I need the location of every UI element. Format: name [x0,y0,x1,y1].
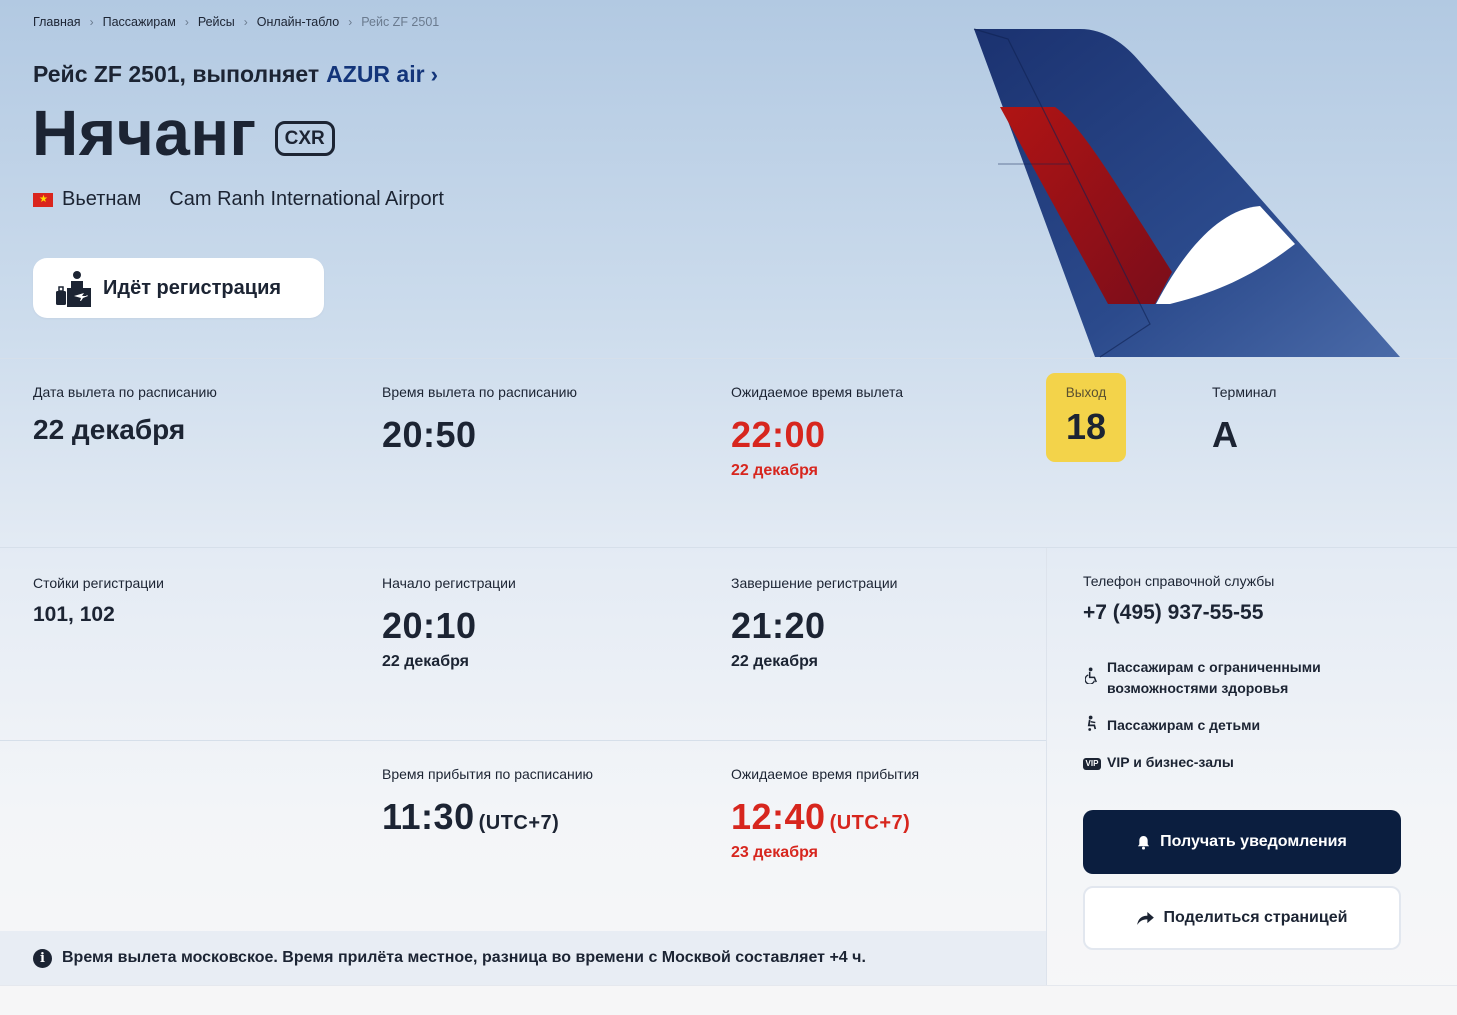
breadcrumb-separator: › [348,15,353,29]
breadcrumb-item-current: Рейс ZF 2501 [361,15,440,29]
destination-city: Нячанг [32,97,257,169]
field-value: A [1212,414,1239,455]
scheduled-departure-date: Дата вылета по расписанию 22 декабря [33,384,217,446]
destination-location: ★ Вьетнам Cam Ranh International Airport [33,188,444,211]
breadcrumb-separator: › [184,15,189,29]
link-passengers-with-children[interactable]: Пассажирам с детьми [1083,715,1260,736]
notifications-button[interactable]: Получать уведомления [1083,810,1401,874]
field-label: Завершение регистрации [731,575,898,591]
chevron-right-icon[interactable]: › [431,62,438,88]
field-label: Ожидаемое время вылета [731,384,904,400]
breadcrumb-item-flights[interactable]: Рейсы [198,15,235,29]
expected-departure-time: Ожидаемое время вылета 22:00 22 декабря [731,384,903,480]
timezone: (UTC+7) [829,812,911,834]
breadcrumb: Главная › Пассажирам › Рейсы › Онлайн-та… [33,15,439,29]
field-value: 11:30 (UTC+7) [382,796,593,838]
gate-label: Выход [1065,385,1107,400]
field-label: Дата вылета по расписанию [33,384,217,400]
timezone: (UTC+7) [478,812,560,834]
field-label: Начало регистрации [382,575,516,591]
link-label: VIP и бизнес-залы [1107,754,1234,770]
link-label: Пассажирам с детьми [1107,717,1261,733]
field-value: 101, 102 [33,603,115,626]
field-label: Ожидаемое время прибытия [731,766,920,782]
sidebar-divider [1046,548,1047,985]
note-text: Время вылета московское. Время прилёта м… [62,949,866,966]
bell-icon [1138,835,1150,850]
airline-tail-illustration [973,28,1400,358]
breadcrumb-item-online-board[interactable]: Онлайн-табло [257,15,339,29]
field-date: 22 декабря [731,653,818,670]
wheelchair-icon [1083,667,1101,684]
breadcrumb-separator: › [89,15,94,29]
country-name: Вьетнам [62,188,142,210]
terminal: Терминал A [1212,384,1276,456]
field-value: 12:40 (UTC+7) [731,796,919,838]
divider [0,740,1046,741]
link-label-line: Пассажирам с ограниченными [1107,659,1321,675]
destination-heading: Нячанг CXR [32,96,335,170]
checkin-counters: Стойки регистрации 101, 102 [33,575,164,627]
iata-code-badge: CXR [274,120,335,156]
page: Главная › Пассажирам › Рейсы › Онлайн-та… [0,0,1457,1015]
arrival-time: 12:40 [731,796,826,837]
timezone-note: i Время вылета московское. Время прилёта… [0,931,1046,985]
link-label-line: возможностями здоровья [1107,680,1289,696]
check-in-desk-icon [56,271,91,307]
checkin-end: Завершение регистрации 21:20 22 декабря [731,575,897,671]
share-arrow-icon [1136,911,1154,925]
button-label: Получать уведомления [1160,833,1347,850]
vip-icon: VIP [1082,752,1102,770]
scheduled-arrival-time: Время прибытия по расписанию 11:30 (UTC+7… [382,766,593,838]
vip-badge: VIP [1082,758,1102,770]
checkin-start: Начало регистрации 20:10 22 декабря [382,575,516,671]
expected-arrival-time: Ожидаемое время прибытия 12:40 (UTC+7) 23… [731,766,919,862]
field-date: 23 декабря [731,844,818,861]
vietnam-flag-icon: ★ [33,192,53,207]
link-reduced-mobility[interactable]: Пассажирам с ограниченными возможностями… [1083,657,1321,699]
field-date: 22 декабря [731,462,818,479]
field-label: Стойки регистрации [33,575,164,591]
airline-link[interactable]: AZUR air [326,61,424,88]
footer-strip [0,985,1457,1015]
airport-name: Cam Ranh International Airport [169,188,444,210]
field-value: 21:20 [731,605,826,646]
flight-number-text: Рейс ZF 2501, выполняет [33,61,320,87]
flight-status-badge: Идёт регистрация [33,258,324,318]
stroller-icon [1083,715,1101,732]
flight-operator-line: Рейс ZF 2501, выполняет AZUR air › [33,61,438,88]
field-value: 20:10 [382,605,477,646]
share-page-button[interactable]: Поделиться страницей [1083,886,1401,950]
gate-badge: Выход 18 [1046,373,1126,462]
breadcrumb-item-home[interactable]: Главная [33,15,81,29]
helpdesk-phone-label: Телефон справочной службы [1083,573,1275,589]
link-vip-lounges[interactable]: VIP VIP и бизнес-залы [1082,752,1234,773]
link-label: Пассажирам с ограниченными возможностями… [1107,657,1321,699]
field-label: Терминал [1212,384,1277,400]
gate-value: 18 [1065,406,1107,447]
field-value: 22:00 [731,414,826,455]
status-label: Идёт регистрация [103,276,282,299]
breadcrumb-item-passengers[interactable]: Пассажирам [103,15,176,29]
scheduled-departure-time: Время вылета по расписанию 20:50 [382,384,577,456]
button-label: Поделиться страницей [1163,909,1348,926]
field-value: 20:50 [382,414,477,455]
field-date: 22 декабря [382,653,469,670]
arrival-time: 11:30 [382,796,475,837]
divider [0,547,1457,548]
field-label: Время прибытия по расписанию [382,766,594,782]
breadcrumb-separator: › [243,15,248,29]
divider [0,358,1457,359]
info-icon: i [33,948,52,968]
helpdesk-phone-number[interactable]: +7 (495) 937-55-55 [1083,601,1263,625]
field-label: Время вылета по расписанию [382,384,577,400]
field-value: 22 декабря [33,414,186,445]
